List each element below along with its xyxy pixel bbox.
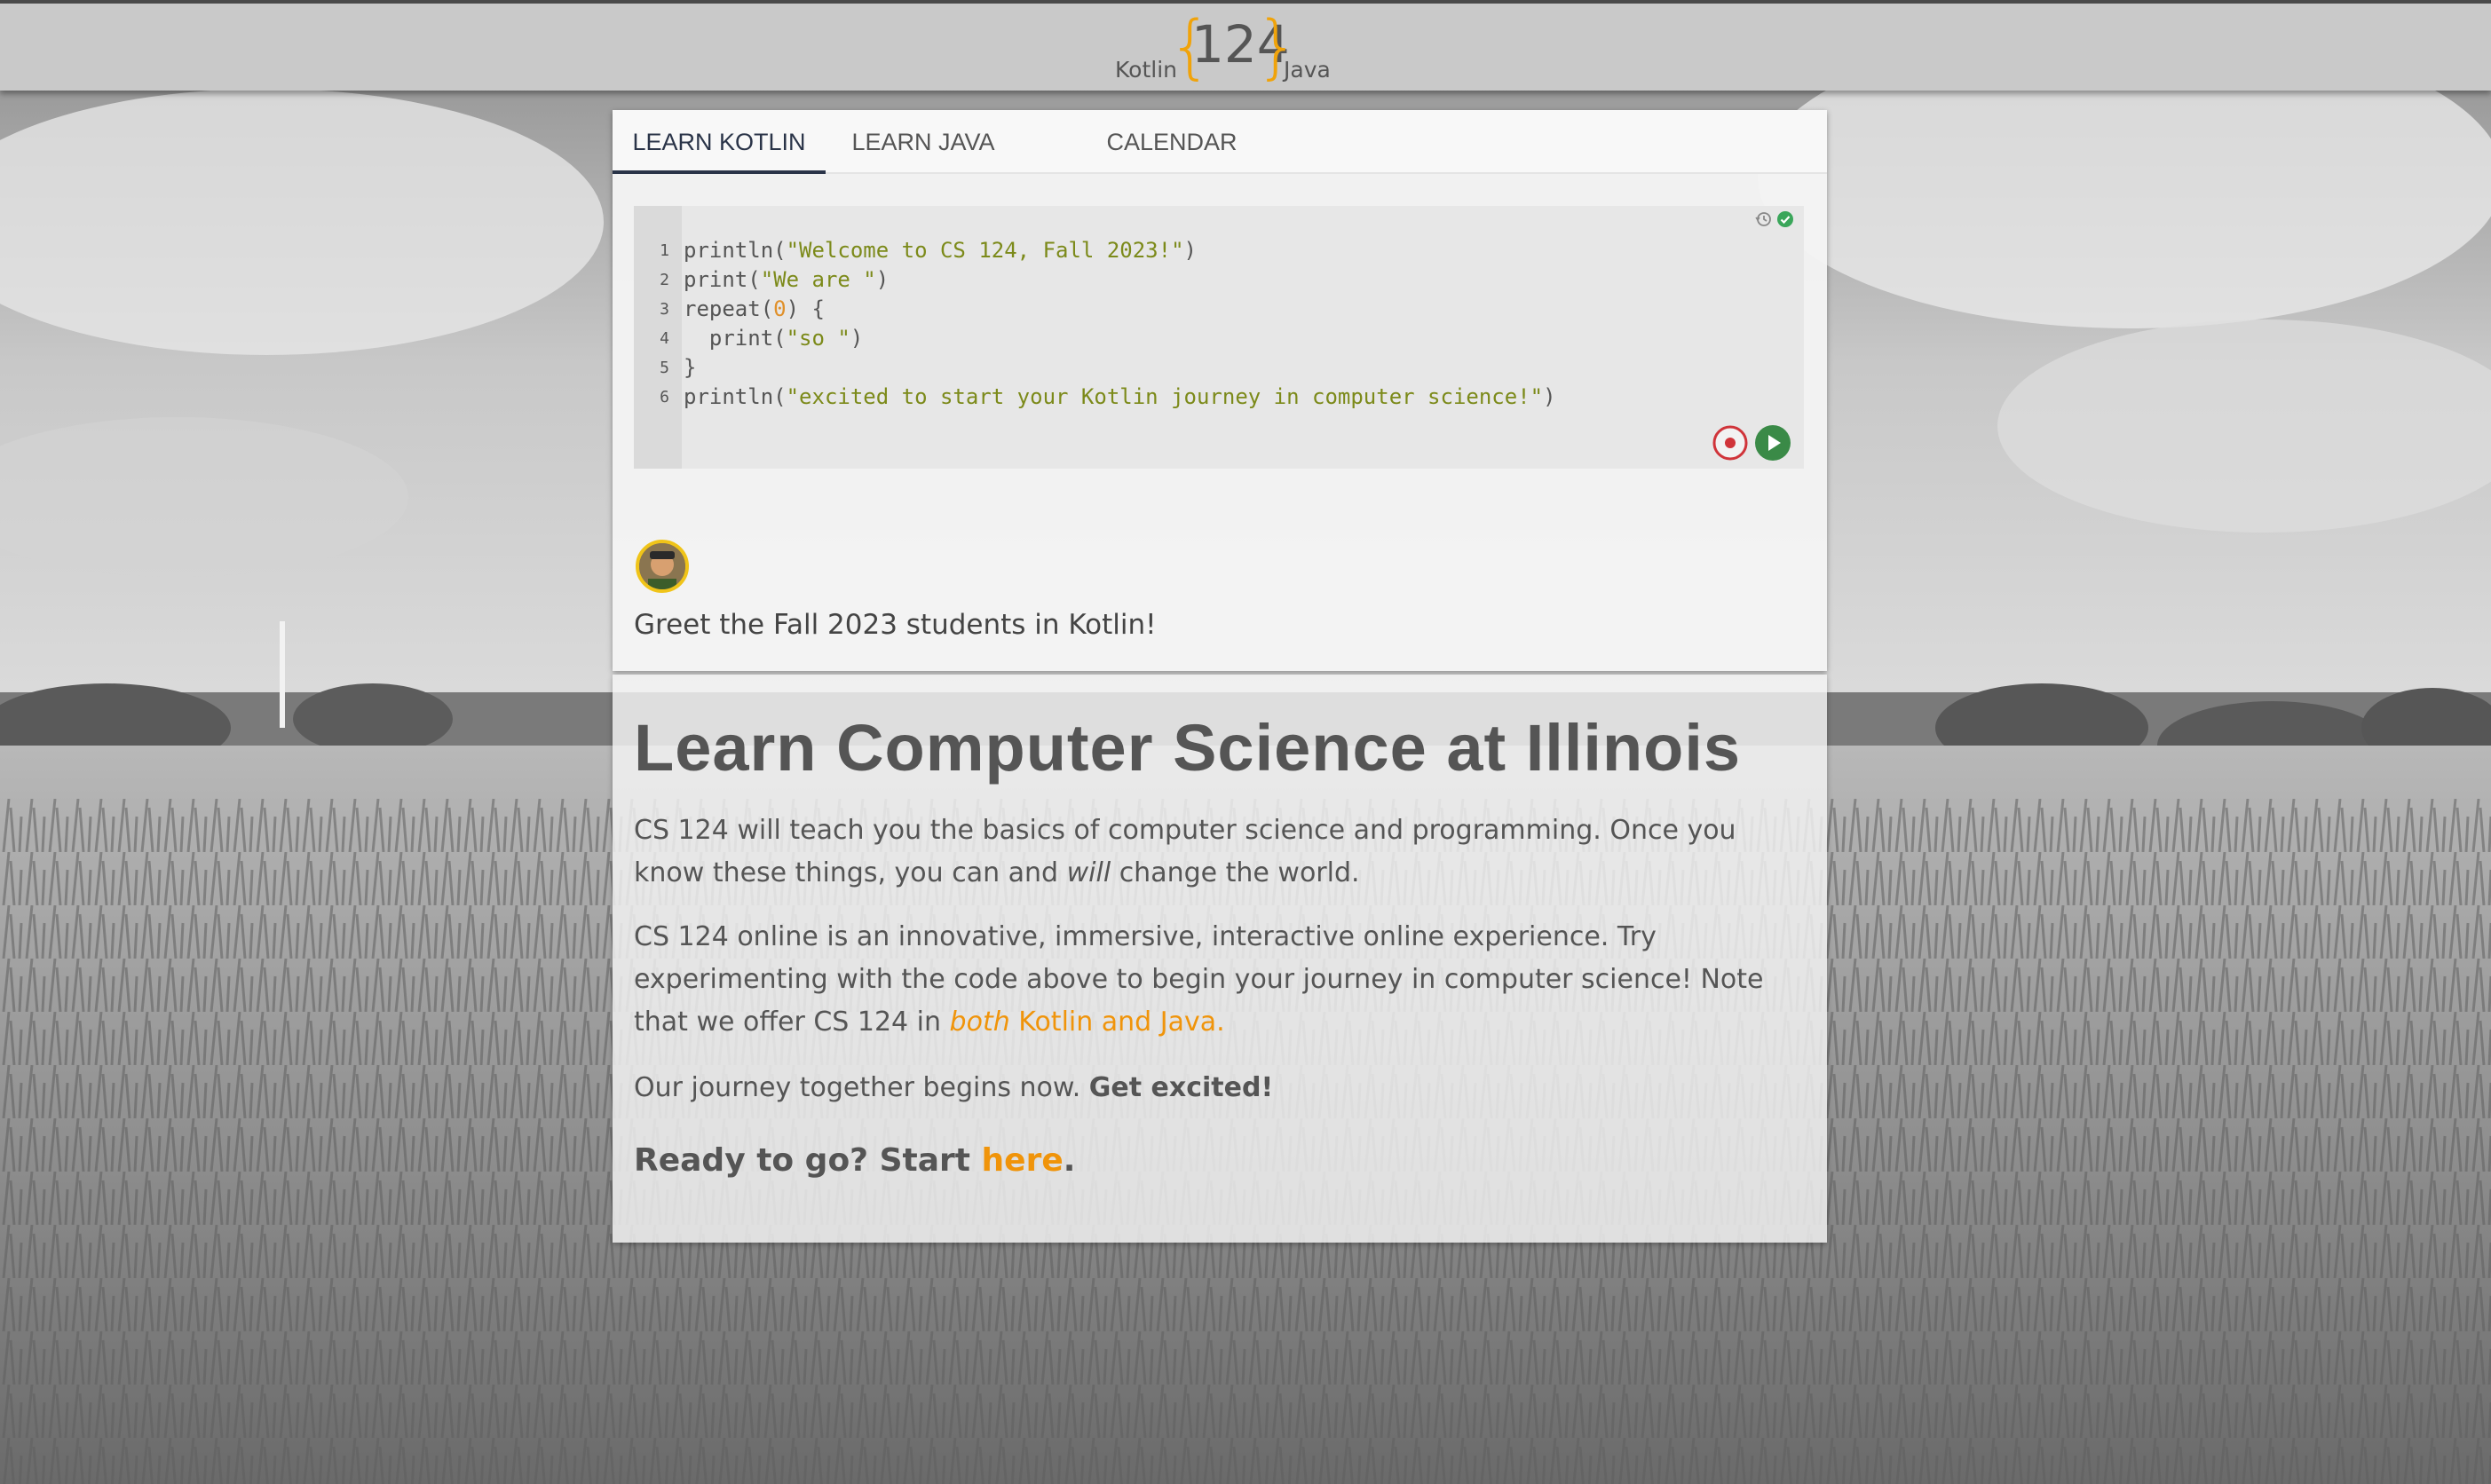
tab-learn-kotlin[interactable]: LEARN KOTLIN (613, 110, 826, 174)
tab-calendar[interactable]: CALENDAR (1074, 110, 1269, 174)
tab-learn-java[interactable]: LEARN JAVA (826, 110, 1021, 174)
tab-bar: LEARN KOTLIN LEARN JAVA CALENDAR (613, 110, 1827, 174)
code-line[interactable]: print("We are ") (684, 267, 889, 292)
cs124-logo[interactable]: Kotlin { 124 } Java (1110, 7, 1340, 89)
stop-record-icon[interactable] (1712, 424, 1749, 462)
history-icon[interactable] (1754, 209, 1774, 229)
check-circle-icon (1777, 211, 1793, 227)
intro-paragraph-3: Our journey together begins now. Get exc… (634, 1072, 1274, 1103)
code-line[interactable]: print("so ") (684, 326, 863, 351)
editor-status-icons (1754, 208, 1797, 229)
play-icon[interactable] (1754, 424, 1791, 462)
top-navigation-bar: Kotlin { 124 } Java (0, 0, 2491, 91)
line-number: 6 (660, 388, 669, 407)
page-title: Learn Computer Science at Illinois (634, 711, 1742, 785)
editor-caption: Greet the Fall 2023 students in Kotlin! (634, 609, 1157, 641)
code-line[interactable]: } (684, 355, 696, 380)
code-line[interactable]: println("excited to start your Kotlin jo… (684, 384, 1556, 409)
logo-java-label: Java (1284, 57, 1331, 83)
line-number: 3 (660, 300, 669, 319)
avatar-portrait-icon (639, 543, 685, 589)
line-number-gutter: 1 2 3 4 5 6 (634, 206, 682, 469)
start-here-link[interactable]: here (982, 1142, 1064, 1179)
intro-paragraph-2: CS 124 online is an innovative, immersiv… (634, 921, 1764, 1038)
code-editor[interactable]: 1 2 3 4 5 6 println("Welcome to CS 124, … (634, 206, 1804, 469)
avatar (636, 540, 689, 593)
code-line[interactable]: println("Welcome to CS 124, Fall 2023!") (684, 238, 1197, 263)
playground-card: LEARN KOTLIN LEARN JAVA CALENDAR 1 2 3 4… (613, 110, 1827, 671)
intro-section: Learn Computer Science at Illinois CS 12… (613, 675, 1827, 1243)
both-languages-link[interactable]: both Kotlin and Java. (950, 1006, 1225, 1038)
line-number: 1 (660, 241, 669, 260)
intro-paragraph-1: CS 124 will teach you the basics of comp… (634, 815, 1736, 888)
code-line[interactable]: repeat(0) { (684, 296, 825, 321)
line-number: 2 (660, 271, 669, 289)
start-call-to-action: Ready to go? Start here. (634, 1142, 1076, 1179)
line-number: 5 (660, 359, 669, 377)
line-number: 4 (660, 329, 669, 348)
